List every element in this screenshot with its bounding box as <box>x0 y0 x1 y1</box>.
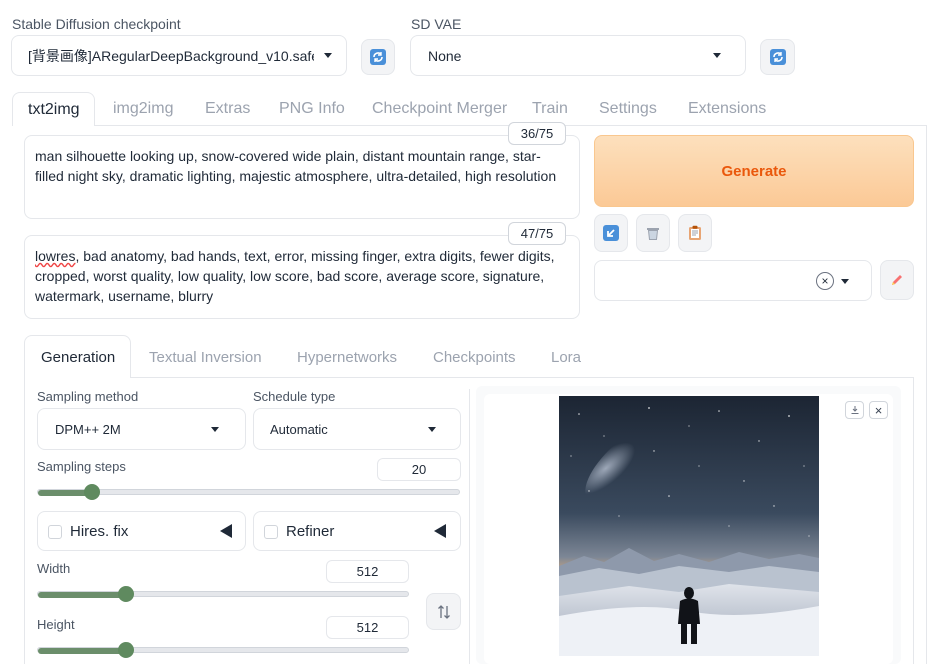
swap-dimensions-button[interactable] <box>426 593 461 630</box>
vae-label: SD VAE <box>411 16 462 32</box>
refiner-accordion[interactable]: Refiner <box>253 511 461 551</box>
arrow-down-left-icon <box>603 225 619 241</box>
chevron-down-icon <box>324 53 332 58</box>
negative-prompt-rest: , bad anatomy, bad hands, text, error, m… <box>35 248 555 304</box>
width-label: Width <box>37 561 71 576</box>
tab-settings[interactable]: Settings <box>599 100 657 118</box>
vae-dropdown[interactable]: None <box>410 35 746 76</box>
subpanel-border <box>913 377 914 664</box>
sampling-steps-input[interactable]: 20 <box>377 458 461 481</box>
width-input[interactable]: 512 <box>326 560 409 583</box>
chevron-down-icon <box>841 279 849 284</box>
edit-styles-button[interactable] <box>880 260 914 300</box>
clear-prompt-button[interactable] <box>636 214 670 252</box>
chevron-down-icon <box>713 53 721 58</box>
tab-extensions[interactable]: Extensions <box>688 100 766 118</box>
tab-train[interactable]: Train <box>532 100 568 118</box>
styles-dropdown[interactable]: × <box>594 260 872 301</box>
prompt-input[interactable]: man silhouette looking up, snow-covered … <box>24 135 580 219</box>
tab-generation[interactable]: Generation <box>24 335 131 378</box>
width-slider-thumb[interactable] <box>118 586 135 602</box>
collapse-arrow-icon <box>220 524 232 538</box>
refresh-icon <box>370 49 386 65</box>
tab-png-info[interactable]: PNG Info <box>279 100 345 118</box>
tab-checkpoint-merger[interactable]: Checkpoint Merger <box>372 100 507 118</box>
tab-lora[interactable]: Lora <box>551 349 581 366</box>
sampling-method-dropdown[interactable]: DPM++ 2M <box>37 408 246 450</box>
width-slider-fill <box>38 592 127 598</box>
collapse-arrow-icon <box>434 524 446 538</box>
schedule-type-label: Schedule type <box>253 389 336 404</box>
tab-img2img[interactable]: img2img <box>113 100 173 118</box>
tab-checkpoints[interactable]: Checkpoints <box>433 349 516 366</box>
close-image-button[interactable]: × <box>869 401 888 419</box>
hires-fix-label: Hires. fix <box>70 523 129 540</box>
hires-fix-checkbox[interactable] <box>48 525 62 539</box>
height-slider-fill <box>38 648 127 654</box>
sampling-method-label: Sampling method <box>37 389 139 404</box>
height-label: Height <box>37 617 75 632</box>
tab-hypernetworks[interactable]: Hypernetworks <box>297 349 397 366</box>
pencil-icon <box>892 275 902 285</box>
refiner-label: Refiner <box>286 523 335 540</box>
height-input[interactable]: 512 <box>326 616 409 639</box>
panel-border <box>926 125 927 664</box>
clear-icon[interactable]: × <box>816 272 834 290</box>
subpanel-border-left <box>24 377 25 664</box>
tab-txt2img[interactable]: txt2img <box>12 92 95 126</box>
paste-styles-button[interactable] <box>678 214 712 252</box>
sampling-steps-label: Sampling steps <box>37 459 126 474</box>
close-icon: × <box>874 402 883 418</box>
tab-extras[interactable]: Extras <box>205 100 250 118</box>
negative-prompt-token-counter: 47/75 <box>508 222 566 245</box>
prompt-token-counter: 36/75 <box>508 122 566 145</box>
generate-button[interactable]: Generate <box>594 135 914 207</box>
sampling-method-value: DPM++ 2M <box>55 421 121 437</box>
chevron-down-icon <box>428 426 436 432</box>
chevron-down-icon <box>211 426 219 432</box>
download-button[interactable] <box>845 401 864 419</box>
checkpoint-dropdown[interactable]: [背景画像]ARegularDeepBackground_v10.safet <box>11 35 347 76</box>
refresh-checkpoint-button[interactable] <box>361 39 395 75</box>
checkpoint-label: Stable Diffusion checkpoint <box>12 16 181 32</box>
misspelled-word: lowres <box>35 248 76 264</box>
checkpoint-value: [背景画像]ARegularDeepBackground_v10.safet <box>28 47 314 64</box>
refresh-vae-button[interactable] <box>760 39 795 75</box>
negative-prompt-input[interactable]: lowres, bad anatomy, bad hands, text, er… <box>24 235 580 319</box>
tabs-divider <box>12 125 927 126</box>
read-params-button[interactable] <box>594 214 628 252</box>
vae-value: None <box>428 47 462 64</box>
refiner-checkbox[interactable] <box>264 525 278 539</box>
clipboard-icon <box>689 225 701 240</box>
refresh-icon <box>769 49 786 65</box>
schedule-type-value: Automatic <box>270 421 328 437</box>
sampling-steps-slider-thumb[interactable] <box>83 484 100 500</box>
generated-image[interactable] <box>559 396 819 656</box>
schedule-type-dropdown[interactable]: Automatic <box>253 408 461 450</box>
download-icon <box>851 406 858 414</box>
hires-fix-accordion[interactable]: Hires. fix <box>37 511 246 551</box>
column-divider <box>469 389 470 664</box>
subtabs-divider <box>24 377 914 378</box>
height-slider-track[interactable] <box>37 647 409 654</box>
sampling-steps-slider-track[interactable] <box>37 489 460 496</box>
trash-icon <box>647 228 659 240</box>
tab-textual-inversion[interactable]: Textual Inversion <box>149 349 262 366</box>
swap-arrows-icon <box>437 604 450 619</box>
landscape-image <box>559 396 819 656</box>
width-slider-track[interactable] <box>37 591 409 598</box>
height-slider-thumb[interactable] <box>118 642 135 658</box>
